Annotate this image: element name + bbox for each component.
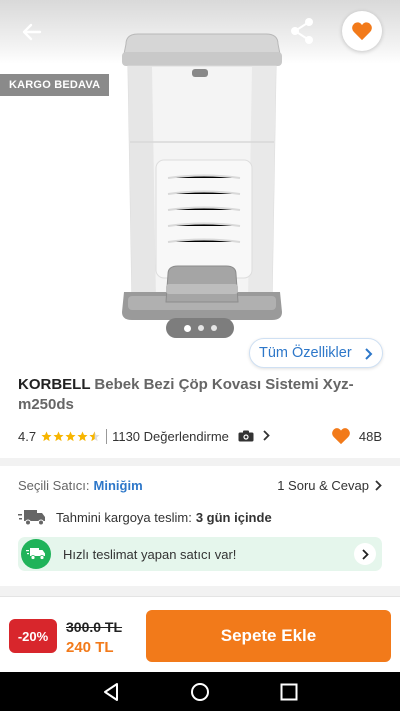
star-icon xyxy=(53,430,64,441)
chevron-right-icon xyxy=(364,348,373,360)
shipping-label: Tahmini kargoya teslim: xyxy=(56,509,192,525)
product-image xyxy=(122,33,282,320)
old-price: 300.0 TL xyxy=(66,619,123,635)
fast-delivery-chevron[interactable] xyxy=(354,543,376,565)
share-icon xyxy=(291,18,313,44)
rating-stars xyxy=(41,430,100,442)
discount-badge: -20% xyxy=(9,619,57,653)
section-divider xyxy=(0,458,400,466)
star-icon xyxy=(41,430,52,441)
fast-delivery-banner[interactable]: Hızlı teslimat yapan satıcı var! xyxy=(18,537,382,571)
fast-delivery-label: Hızlı teslimat yapan satıcı var! xyxy=(63,546,237,562)
purchase-bar: -20% 300.0 TL 240 TL Sepete Ekle xyxy=(0,596,400,672)
divider xyxy=(106,428,108,444)
product-gallery[interactable]: KARGO BEDAVA Tüm Özellikler xyxy=(0,0,400,368)
truck-icon xyxy=(18,510,45,526)
star-icon xyxy=(77,430,88,441)
heart-icon xyxy=(331,428,350,445)
pagination-dot[interactable] xyxy=(210,325,217,331)
chevron-right-icon xyxy=(362,548,369,560)
star-half-icon xyxy=(89,430,100,441)
section-divider xyxy=(0,586,400,596)
system-navigation-bar xyxy=(0,672,400,711)
fast-delivery-icon xyxy=(21,539,51,569)
questions-link[interactable]: 1 Soru & Cevap xyxy=(277,478,382,493)
free-shipping-badge: KARGO BEDAVA xyxy=(0,74,110,96)
rating-score: 4.7 xyxy=(18,428,37,444)
share-button[interactable] xyxy=(288,16,316,46)
arrow-left-icon xyxy=(22,23,42,41)
camera-icon xyxy=(238,430,254,441)
star-icon xyxy=(65,430,76,441)
seller-label: Seçili Satıcı: xyxy=(18,477,90,493)
product-brand: KORBELL xyxy=(18,376,91,393)
favorite-count: 48B xyxy=(331,427,382,445)
product-title: KORBELL Bebek Bezi Çöp Kovası Sistemi Xy… xyxy=(18,375,378,415)
chevron-right-icon xyxy=(375,479,382,491)
favorite-count-value: 48B xyxy=(358,428,382,444)
rating-row: 4.7 1130 Değerlendirme 48B xyxy=(18,426,382,446)
gallery-pagination[interactable] xyxy=(166,318,234,338)
questions-label: 1 Soru & Cevap xyxy=(277,477,369,493)
pagination-dot-active[interactable] xyxy=(183,324,191,332)
back-button[interactable] xyxy=(16,16,48,48)
seller-name-link[interactable]: Miniğim xyxy=(94,478,143,493)
nav-back-icon[interactable] xyxy=(101,682,121,702)
nav-home-icon[interactable] xyxy=(190,682,210,702)
heart-icon xyxy=(352,22,372,41)
all-features-label: Tüm Özellikler xyxy=(259,345,352,361)
pagination-dot[interactable] xyxy=(197,325,204,331)
nav-recents-icon[interactable] xyxy=(280,683,298,701)
shipping-value: 3 gün içinde xyxy=(195,509,272,525)
favorite-button[interactable] xyxy=(342,11,382,51)
add-to-cart-button[interactable]: Sepete Ekle xyxy=(146,610,391,662)
reviews-link[interactable]: 1130 Değerlendirme xyxy=(112,429,270,444)
chevron-right-icon xyxy=(263,429,270,441)
shipping-estimate: Tahmini kargoya teslim: 3 gün içinde xyxy=(18,506,382,528)
current-price: 240 TL xyxy=(66,639,114,656)
all-features-button[interactable]: Tüm Özellikler xyxy=(249,338,383,368)
review-count: 1130 Değerlendirme xyxy=(112,428,229,444)
seller-row: Seçili Satıcı: Miniğim 1 Soru & Cevap xyxy=(18,476,382,494)
